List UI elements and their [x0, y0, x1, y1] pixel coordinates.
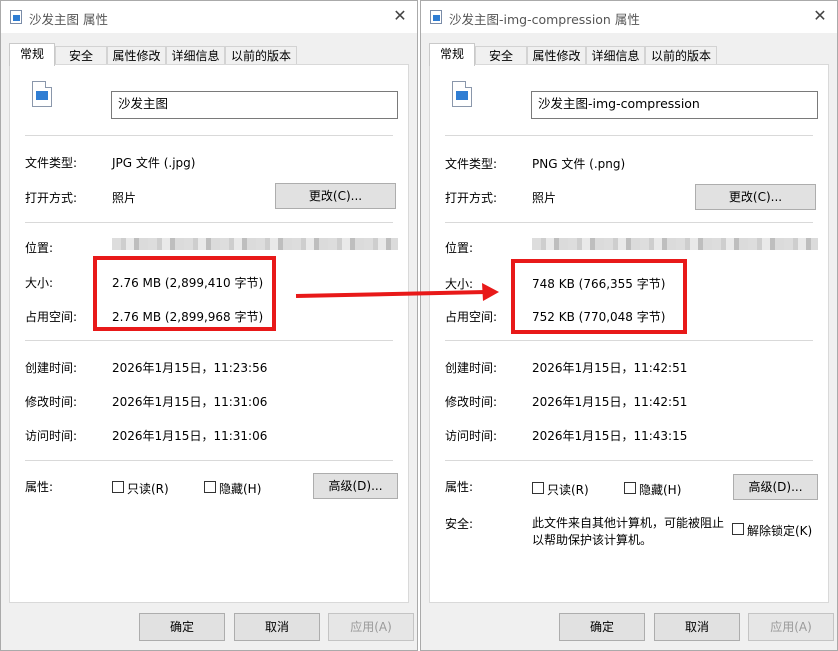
- arrow-head: [482, 283, 499, 301]
- arrow-shaft: [295, 290, 487, 298]
- comparison-arrow-icon: [295, 283, 499, 301]
- tab-general[interactable]: 常规: [9, 43, 55, 66]
- tab-general[interactable]: 常规: [429, 43, 475, 66]
